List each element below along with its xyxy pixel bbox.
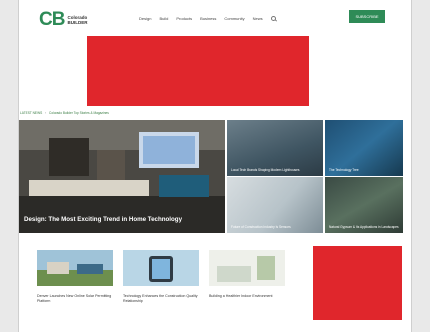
nav-item-build[interactable]: Build bbox=[159, 16, 168, 21]
featured-article[interactable]: Design: The Most Exciting Trend in Home … bbox=[19, 120, 225, 233]
breadcrumb-path: Colorado Builder Top Stories & Magazines bbox=[49, 111, 109, 115]
card-title: Building a Healthier Indoor Environment bbox=[209, 294, 273, 298]
story-tile-title: Natural Gypsum & Its Applications in Lan… bbox=[329, 225, 399, 229]
breadcrumb-root[interactable]: LATEST NEWS bbox=[20, 111, 42, 115]
logo-mark: CB bbox=[39, 9, 65, 30]
nav-item-community[interactable]: Community bbox=[224, 16, 244, 21]
story-tile[interactable]: Natural Gypsum & Its Applications in Lan… bbox=[325, 177, 403, 233]
main-nav: Design Build Products Business Community… bbox=[139, 16, 276, 21]
nav-item-business[interactable]: Business bbox=[200, 16, 216, 21]
story-tile-title: Future of Construction Industry Is Senso… bbox=[231, 225, 291, 229]
ad-banner-top[interactable] bbox=[87, 36, 309, 106]
story-tile[interactable]: The Technology Tree bbox=[325, 120, 403, 176]
nav-item-design[interactable]: Design bbox=[139, 16, 151, 21]
featured-title: Design: The Most Exciting Trend in Home … bbox=[24, 216, 183, 223]
nav-item-news[interactable]: News bbox=[253, 16, 263, 21]
article-card[interactable]: Technology Enhances the Construction Qua… bbox=[123, 250, 199, 303]
breadcrumb: LATEST NEWS › Colorado Builder Top Stori… bbox=[20, 111, 109, 115]
ad-banner-side[interactable] bbox=[313, 246, 402, 320]
article-card[interactable]: Denver Launches New Online Solar Permitt… bbox=[37, 250, 113, 303]
search-icon[interactable] bbox=[270, 16, 276, 21]
story-tile[interactable]: Future of Construction Industry Is Senso… bbox=[227, 177, 323, 233]
card-image bbox=[37, 250, 113, 286]
card-title: Technology Enhances the Construction Qua… bbox=[123, 294, 198, 303]
card-title: Denver Launches New Online Solar Permitt… bbox=[37, 294, 112, 303]
story-tile[interactable]: Local Tech Brands Shaping Modern Lightho… bbox=[227, 120, 323, 176]
nav-item-products[interactable]: Products bbox=[176, 16, 192, 21]
card-image bbox=[209, 250, 285, 286]
subscribe-button[interactable]: SUBSCRIBE bbox=[349, 10, 385, 23]
story-tile-title: Local Tech Brands Shaping Modern Lightho… bbox=[231, 168, 300, 172]
article-card[interactable]: Building a Healthier Indoor Environment bbox=[209, 250, 285, 299]
logo-wordmark: Colorado BUILDER bbox=[67, 15, 87, 25]
breadcrumb-separator: › bbox=[45, 111, 47, 115]
logo-line-2: BUILDER bbox=[67, 19, 88, 25]
card-image bbox=[123, 250, 199, 286]
site-logo[interactable]: CB Colorado BUILDER bbox=[39, 10, 87, 29]
story-tile-title: The Technology Tree bbox=[329, 168, 359, 172]
